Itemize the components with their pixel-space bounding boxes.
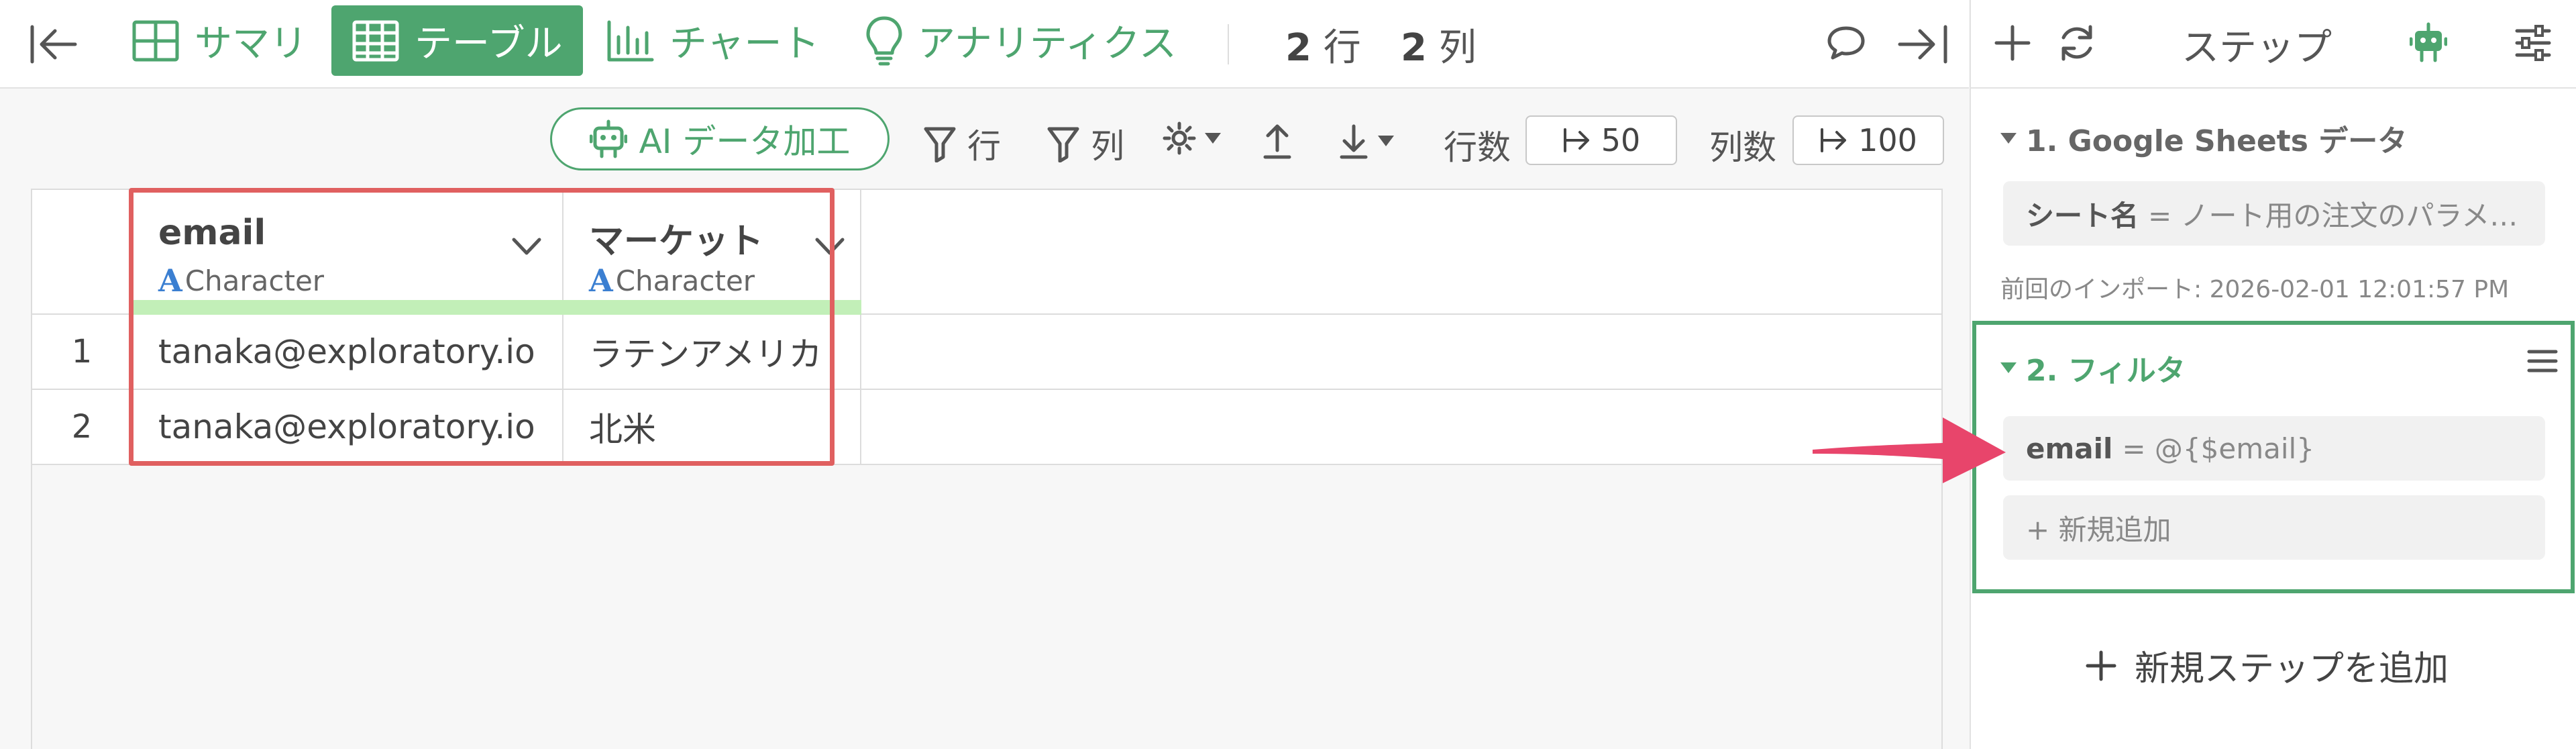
plus-icon bbox=[2085, 650, 2117, 682]
expand-triangle-icon bbox=[2000, 133, 2017, 144]
table-icon bbox=[352, 19, 400, 62]
row-number-header bbox=[32, 190, 133, 315]
filter-icon bbox=[1046, 125, 1080, 162]
column-count: 2 列 bbox=[1401, 26, 1477, 70]
parameter-value: = ノート用の注文のパラメ… bbox=[2148, 199, 2518, 232]
bar-chart-icon bbox=[606, 19, 655, 62]
download-icon bbox=[1338, 122, 1370, 160]
tab-summary[interactable]: サマリ bbox=[131, 5, 307, 76]
plus-icon[interactable] bbox=[1992, 23, 2033, 63]
row-number: 2 bbox=[32, 390, 133, 464]
row-number: 1 bbox=[32, 315, 133, 389]
column-filter-label: 列 bbox=[1091, 127, 1124, 166]
ai-button-label: AI データ加工 bbox=[639, 122, 851, 161]
grid-icon bbox=[131, 19, 180, 62]
rows-limit-label: 行数 bbox=[1444, 128, 1511, 167]
step-1-title[interactable]: 1. Google Sheets データ bbox=[2000, 117, 2407, 160]
add-step-button[interactable]: 新規ステップを追加 bbox=[2085, 640, 2449, 691]
sliders-icon[interactable] bbox=[2513, 23, 2553, 63]
tab-table[interactable]: テーブル bbox=[331, 5, 583, 76]
panel-title: ステップ bbox=[2182, 26, 2332, 70]
comment-icon[interactable] bbox=[1826, 23, 1866, 63]
lightbulb-icon bbox=[865, 15, 903, 66]
top-toolbar: サマリ テーブル チャート アナリティクス 2 行 2 列 bbox=[0, 0, 1969, 89]
tab-chart[interactable]: チャート bbox=[606, 5, 819, 76]
caret-down-icon bbox=[1203, 132, 1222, 145]
step-title-label: 1. Google Sheets データ bbox=[2026, 124, 2408, 158]
robot-icon[interactable] bbox=[2410, 21, 2447, 63]
tab-chart-label: チャート bbox=[669, 22, 820, 66]
tab-table-label: テーブル bbox=[415, 22, 563, 66]
rows-limit-input[interactable]: 50 bbox=[1525, 115, 1677, 165]
parameter-key: シート名 bbox=[2026, 199, 2139, 232]
download-menu-button[interactable] bbox=[1338, 122, 1395, 160]
cols-limit-value: 100 bbox=[1858, 122, 1917, 158]
row-count: 2 行 bbox=[1285, 26, 1361, 70]
add-step-label: 新規ステップを追加 bbox=[2135, 649, 2449, 689]
cols-limit-input[interactable]: 100 bbox=[1792, 115, 1944, 165]
rows-limit-value: 50 bbox=[1601, 122, 1641, 158]
collapse-left-icon[interactable] bbox=[28, 24, 82, 64]
refresh-icon[interactable] bbox=[2055, 21, 2098, 64]
tab-analytics-label: アナリティクス bbox=[918, 22, 1177, 66]
tab-summary-label: サマリ bbox=[195, 22, 307, 66]
steps-panel-header: ステップ bbox=[1971, 0, 2576, 89]
robot-icon bbox=[589, 119, 627, 159]
upload-icon[interactable] bbox=[1261, 122, 1293, 160]
toolbar-divider bbox=[1228, 24, 1229, 64]
caret-down-icon bbox=[1377, 134, 1395, 148]
cols-limit-label: 列数 bbox=[1709, 128, 1776, 167]
gear-icon bbox=[1162, 121, 1197, 156]
step-2-highlight-box bbox=[1972, 321, 2575, 593]
row-filter-label: 行 bbox=[967, 127, 1001, 166]
arrow-to-icon bbox=[1562, 127, 1592, 154]
ai-data-wrangling-button[interactable]: AI データ加工 bbox=[550, 107, 890, 170]
settings-menu-button[interactable] bbox=[1162, 121, 1222, 156]
arrow-right-icon bbox=[1809, 412, 2010, 486]
step-1-parameter[interactable]: シート名 = ノート用の注文のパラメ… bbox=[2003, 181, 2545, 246]
row-filter-button[interactable]: 行 bbox=[923, 119, 1001, 168]
arrow-to-icon bbox=[1819, 127, 1849, 154]
last-import-note: 前回のインポート: 2026-02-01 12:01:57 PM bbox=[2000, 276, 2510, 303]
columns-highlight-box bbox=[129, 188, 835, 466]
filter-icon bbox=[923, 125, 957, 162]
column-filter-button[interactable]: 列 bbox=[1046, 119, 1124, 168]
tab-analytics[interactable]: アナリティクス bbox=[865, 5, 1177, 76]
collapse-right-icon[interactable] bbox=[1896, 24, 1949, 64]
